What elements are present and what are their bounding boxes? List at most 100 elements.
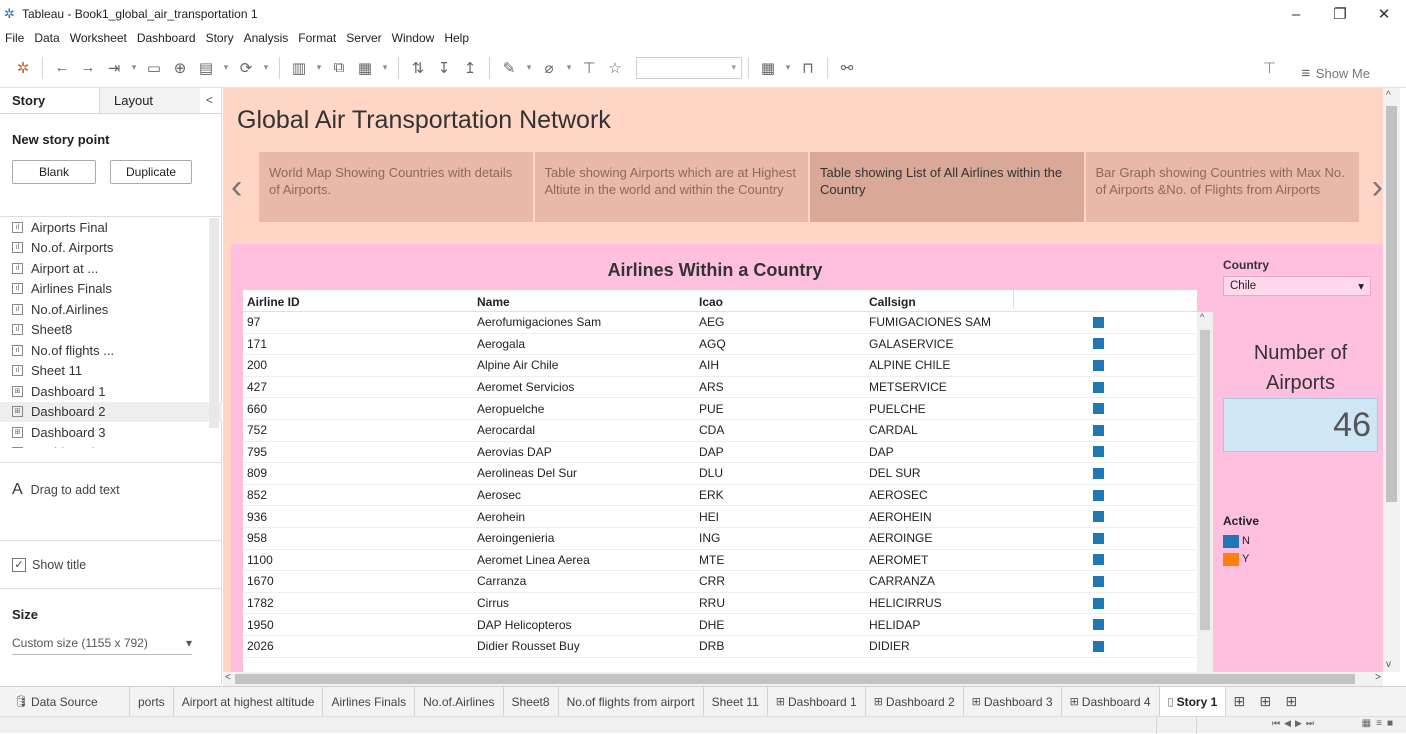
menu-dashboard[interactable]: Dashboard	[132, 31, 201, 45]
table-row[interactable]: 1782 Cirrus RRU HELICIRRUS	[243, 593, 1197, 615]
sheet-list-item[interactable]: ⊞ Dashboard 2	[0, 401, 222, 422]
new-datasource-icon[interactable]: ⊕	[167, 55, 193, 81]
sheet-tab[interactable]: ⊞ Dashboard 2	[866, 687, 964, 716]
scroll-up-icon[interactable]: ^	[1386, 90, 1391, 101]
new-worksheet-icon[interactable]: ▥	[286, 55, 312, 81]
sheet-tab[interactable]: ⊞ Dashboard 3	[964, 687, 1062, 716]
menu-server[interactable]: Server	[341, 31, 386, 45]
sheet-list-item[interactable]: ıl No.of. Airports	[0, 238, 222, 259]
active-mark[interactable]	[1092, 532, 1104, 544]
sheet-tab[interactable]: ▯ Story 1	[1159, 687, 1227, 716]
menu-help[interactable]: Help	[439, 31, 474, 45]
scroll-left-icon[interactable]: <	[225, 672, 231, 683]
sheet-tab[interactable]: Airport at highest altitude	[174, 687, 324, 716]
story-point-4[interactable]: Bar Graph showing Countries with Max No.…	[1085, 152, 1359, 222]
column-header-airline-id[interactable]: Airline ID	[243, 295, 477, 309]
checkbox-checked-icon[interactable]: ✓	[12, 557, 26, 572]
chevron-down-icon[interactable]: ▾	[562, 55, 576, 81]
active-mark[interactable]	[1092, 511, 1104, 523]
active-mark[interactable]	[1092, 597, 1104, 609]
sheet-list-item[interactable]: ıl Airports Final	[0, 217, 222, 238]
chevron-down-icon[interactable]: ▾	[127, 55, 141, 81]
active-mark[interactable]	[1092, 338, 1104, 350]
close-button[interactable]: ✕	[1362, 0, 1406, 28]
group-icon[interactable]: ⌀	[536, 55, 562, 81]
next-story-point-icon[interactable]: ›	[1372, 168, 1383, 207]
table-row[interactable]: 852 Aerosec ERK AEROSEC	[243, 485, 1197, 507]
menu-file[interactable]: File	[0, 31, 29, 45]
sheet-list-scrollbar[interactable]	[209, 218, 219, 428]
blank-button[interactable]: Blank	[12, 160, 96, 184]
sheet-list-item[interactable]: ⊞ Dashboard 3	[0, 422, 222, 443]
menu-worksheet[interactable]: Worksheet	[65, 31, 132, 45]
share-icon[interactable]: ⚯	[834, 55, 860, 81]
table-row[interactable]: 171 Aerogala AGQ GALASERVICE	[243, 334, 1197, 356]
table-row[interactable]: 795 Aerovias DAP DAP DAP	[243, 442, 1197, 464]
sheet-tab[interactable]: ⊞ Dashboard 1	[768, 687, 866, 716]
legend-item-y[interactable]: Y	[1223, 550, 1259, 568]
menu-format[interactable]: Format	[293, 31, 341, 45]
active-mark[interactable]	[1092, 316, 1104, 328]
new-worksheet-icon[interactable]: ⊞	[1226, 693, 1252, 710]
sheet-list-item[interactable]: ıl Airport at ...	[0, 258, 222, 279]
column-header-name[interactable]: Name	[477, 295, 699, 309]
tab-story[interactable]: Story	[0, 88, 100, 113]
swap-icon[interactable]: ⇅	[405, 55, 431, 81]
fix-axes-icon[interactable]: ☆	[602, 55, 628, 81]
scrollbar-thumb[interactable]	[1200, 330, 1210, 630]
table-row[interactable]: 1950 DAP Helicopteros DHE HELIDAP	[243, 614, 1197, 636]
sheet-list-item[interactable]: ıl Airlines Finals	[0, 279, 222, 300]
table-row[interactable]: 936 Aerohein HEI AEROHEIN	[243, 506, 1197, 528]
sheet-tab[interactable]: ports	[130, 687, 174, 716]
chevron-down-icon[interactable]: ▾	[522, 55, 536, 81]
show-me-button[interactable]: ≡ Show Me	[1296, 60, 1370, 86]
sheet-list-item[interactable]: ıl Sheet8	[0, 320, 222, 341]
active-mark[interactable]	[1092, 467, 1104, 479]
sheet-list-item[interactable]: ıl No.of flights ...	[0, 340, 222, 361]
active-mark[interactable]	[1092, 359, 1104, 371]
show-cards-icon[interactable]: ▦	[755, 55, 781, 81]
story-point-2[interactable]: Table showing Airports which are at High…	[534, 152, 808, 222]
minimize-button[interactable]: –	[1274, 0, 1318, 28]
chevron-down-icon[interactable]: ▾	[219, 55, 233, 81]
replay-icon[interactable]: ⇥	[101, 55, 127, 81]
clear-sheet-icon[interactable]: ▦	[352, 55, 378, 81]
previous-story-point-icon[interactable]: ‹	[231, 168, 242, 207]
scroll-right-icon[interactable]: >	[1375, 672, 1381, 683]
show-title-toggle[interactable]: ✓ Show title	[0, 540, 222, 588]
active-mark[interactable]	[1092, 489, 1104, 501]
sheet-list-item[interactable]: ⊞ Dashboard 4	[0, 443, 222, 448]
fit-dropdown[interactable]: ▾	[636, 56, 742, 79]
story-point-1[interactable]: World Map Showing Countries with details…	[259, 152, 533, 222]
sheet-tab[interactable]: ⊞ Dashboard 4	[1062, 687, 1160, 716]
table-row[interactable]: 2026 Didier Rousset Buy DRB DIDIER	[243, 636, 1197, 658]
table-row[interactable]: 1100 Aeromet Linea Aerea MTE AEROMET	[243, 550, 1197, 572]
active-mark[interactable]	[1092, 619, 1104, 631]
pin-icon[interactable]: ⊤	[1263, 59, 1276, 77]
table-row[interactable]: 660 Aeropuelche PUE PUELCHE	[243, 398, 1197, 420]
sheet-view-icons[interactable]: ▦≡■	[1362, 718, 1398, 729]
duplicate-button[interactable]: Duplicate	[110, 160, 192, 184]
sheet-tab[interactable]: No.of flights from airport	[559, 687, 704, 716]
active-mark[interactable]	[1092, 575, 1104, 587]
menu-story[interactable]: Story	[201, 31, 239, 45]
restore-button[interactable]: ❐	[1318, 0, 1362, 28]
menu-window[interactable]: Window	[387, 31, 440, 45]
active-mark[interactable]	[1092, 403, 1104, 415]
table-row[interactable]: 200 Alpine Air Chile AIH ALPINE CHILE	[243, 355, 1197, 377]
data-source-tab[interactable]: 🛢 Data Source	[0, 687, 130, 716]
chevron-down-icon[interactable]: ▾	[259, 55, 273, 81]
column-header-icao[interactable]: Icao	[699, 295, 869, 309]
column-header-callsign[interactable]: Callsign	[869, 295, 1013, 309]
table-row[interactable]: 752 Aerocardal CDA CARDAL	[243, 420, 1197, 442]
sheet-tab[interactable]: Airlines Finals	[323, 687, 416, 716]
redo-icon[interactable]: →	[75, 55, 101, 81]
undo-icon[interactable]: ←	[49, 55, 75, 81]
table-row[interactable]: 958 Aeroingenieria ING AEROINGE	[243, 528, 1197, 550]
country-filter-dropdown[interactable]: Chile ▾	[1223, 276, 1371, 296]
sheet-list-item[interactable]: ⊞ Dashboard 1	[0, 381, 222, 402]
size-dropdown[interactable]: Custom size (1155 x 792) ▾	[12, 636, 192, 655]
sort-ascending-icon[interactable]: ↧	[431, 55, 457, 81]
active-mark[interactable]	[1092, 640, 1104, 652]
story-vertical-scrollbar[interactable]: ^ v	[1383, 88, 1400, 672]
